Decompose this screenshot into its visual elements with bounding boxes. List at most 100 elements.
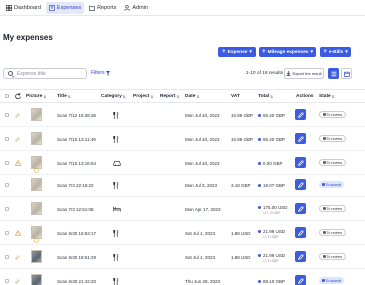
row-vat: 10.89 GBP	[231, 113, 254, 118]
add-expense-button[interactable]: + Expense ▾	[218, 47, 256, 57]
col-report[interactable]: Report ⇅	[160, 94, 179, 99]
receipt-thumbnail[interactable]	[31, 202, 42, 215]
row-checkbox[interactable]	[5, 137, 9, 141]
select-all-checkbox[interactable]	[5, 94, 9, 98]
row-checkbox[interactable]	[5, 113, 9, 117]
edit-button[interactable]	[295, 251, 306, 262]
add-ebills-button[interactable]: + e-Bills ▾	[320, 47, 351, 57]
list-icon	[331, 71, 336, 76]
table-row[interactable]: Scan 7/10 13:11:49 Mon Jul 10, 2023 10.89 …	[0, 127, 365, 151]
status-badge: To review	[319, 205, 347, 212]
row-date: Mon Jul 3, 2023	[185, 183, 218, 188]
row-checkbox[interactable]	[5, 231, 9, 235]
edit-button[interactable]	[295, 275, 306, 285]
row-total-value: 88.10 GBP	[263, 279, 286, 284]
table-row[interactable]: Scan 7/12 16:38:36 Mon Jul 10, 2023 10.89 …	[0, 103, 365, 127]
add-mileage-button[interactable]: + Mileage expenses ▾	[259, 47, 316, 57]
plus-icon: +	[222, 49, 226, 55]
row-vat: 3.18 GBP	[231, 183, 251, 188]
sort-icon: ⇅	[122, 94, 126, 99]
row-title[interactable]: Scan 7/12 16:38:36	[57, 113, 96, 118]
col-state[interactable]: State ⇅	[319, 94, 335, 99]
calendar-icon	[343, 71, 350, 77]
row-vat: 10.89 GBP	[231, 137, 254, 142]
filters-button[interactable]: Filters	[91, 70, 110, 76]
edit-button[interactable]	[295, 203, 306, 214]
search-input[interactable]: Expense title	[3, 68, 87, 79]
tab-dashboard[interactable]: Dashboard	[3, 2, 44, 14]
receipt-thumbnail[interactable]	[31, 274, 42, 285]
pencil-icon	[297, 159, 304, 166]
edit-button[interactable]	[295, 227, 306, 238]
row-checkbox[interactable]	[5, 161, 9, 165]
edit-button[interactable]	[295, 133, 306, 144]
receipt-thumbnail[interactable]	[31, 250, 42, 263]
col-title[interactable]: Title ⇅	[57, 94, 71, 99]
pencil-icon	[297, 135, 304, 142]
sort-icon: ⇅	[176, 94, 180, 99]
col-project[interactable]: Project ⇅	[133, 94, 153, 99]
tab-label: Reports	[97, 4, 117, 11]
table-row[interactable]: Scan 6/30 16:53:17 Sat Jul 1, 2023 1.88 US…	[0, 221, 365, 245]
row-date: Sat Jul 1, 2023	[185, 255, 216, 260]
row-total-converted: 17.31 GBP	[263, 235, 279, 239]
row-checkbox[interactable]	[5, 207, 9, 211]
row-date: Mon Jul 10, 2023	[185, 113, 220, 118]
export-button[interactable]: Export the result	[284, 68, 324, 79]
tab-admin[interactable]: Admin	[121, 2, 151, 14]
status-label: To submit	[325, 278, 342, 283]
search-placeholder: Expense title	[17, 70, 46, 77]
sort-icon: ⇅	[150, 94, 154, 99]
table-row[interactable]: Scan 7/3 12:51:08 Mon Apr 17, 2023 175.00 …	[0, 197, 365, 221]
receipt-icon	[49, 4, 55, 11]
row-title[interactable]: Scan 7/10 13:16:54	[57, 161, 96, 166]
tab-expenses[interactable]: Expenses	[45, 1, 85, 14]
col-date[interactable]: Date ⇅	[185, 94, 199, 99]
table-row[interactable]: Scan 7/3 22:16:22 Mon Jul 3, 2023 3.18 GBP…	[0, 173, 365, 197]
table-row[interactable]: Scan 7/10 13:16:54 Mon Jul 10, 2023 0.00 G…	[0, 151, 365, 175]
edit-button[interactable]	[295, 179, 306, 190]
col-label: Date	[185, 94, 196, 99]
row-date: Thu Jun 29, 2023	[185, 279, 221, 284]
row-date: Mon Jul 10, 2023	[185, 161, 220, 166]
receipt-thumbnail[interactable]	[31, 178, 42, 191]
status-badge: To submit	[319, 277, 345, 284]
row-title[interactable]: Scan 7/10 13:11:49	[57, 137, 96, 142]
refresh-icon[interactable]	[15, 93, 21, 99]
row-total: 88.10 GBP	[258, 279, 285, 284]
row-total: 19.07 GBP	[258, 183, 285, 188]
fork-knife-icon	[113, 229, 119, 239]
table-row[interactable]: Scan 6/30 21:42:20 Thu Jun 29, 2023 88.10 …	[0, 269, 365, 285]
folder-icon	[89, 5, 96, 11]
table-row[interactable]: Scan 6/30 18:51:29 Sat Jul 1, 2023 1.88 US…	[0, 245, 365, 269]
row-checkbox[interactable]	[5, 255, 9, 259]
row-title[interactable]: Scan 7/3 22:16:22	[57, 183, 94, 188]
row-title[interactable]: Scan 6/30 18:51:29	[57, 255, 96, 260]
row-checkbox[interactable]	[5, 183, 9, 187]
edit-button[interactable]	[295, 157, 306, 168]
col-label: Total	[258, 94, 270, 99]
status-badge: To review	[319, 229, 347, 236]
row-checkbox[interactable]	[5, 279, 9, 283]
status-dot	[258, 138, 261, 142]
row-title[interactable]: Scan 6/30 16:53:17	[57, 231, 96, 236]
add-mileage-label: Mileage expenses	[267, 49, 309, 55]
receipt-thumbnail[interactable]	[31, 132, 42, 145]
col-category[interactable]: Category ⇅	[101, 94, 126, 99]
col-picture[interactable]: Picture ⇅	[26, 94, 46, 99]
edit-button[interactable]	[295, 109, 306, 120]
tab-reports[interactable]: Reports	[86, 2, 119, 14]
status-dot	[258, 162, 261, 166]
col-vat[interactable]: VAT	[231, 94, 240, 99]
status-dot	[323, 231, 326, 234]
clock-icon	[34, 238, 39, 243]
col-total[interactable]: Total ⇅	[258, 94, 273, 99]
row-title[interactable]: Scan 6/30 21:42:20	[57, 279, 96, 284]
row-title[interactable]: Scan 7/3 12:51:08	[57, 207, 94, 212]
col-label: Project	[133, 94, 150, 99]
list-view-button[interactable]	[328, 68, 339, 79]
receipt-thumbnail[interactable]	[31, 108, 42, 121]
tab-label: Dashboard	[14, 4, 41, 11]
fork-knife-icon	[113, 135, 119, 145]
calendar-view-button[interactable]	[341, 68, 352, 79]
